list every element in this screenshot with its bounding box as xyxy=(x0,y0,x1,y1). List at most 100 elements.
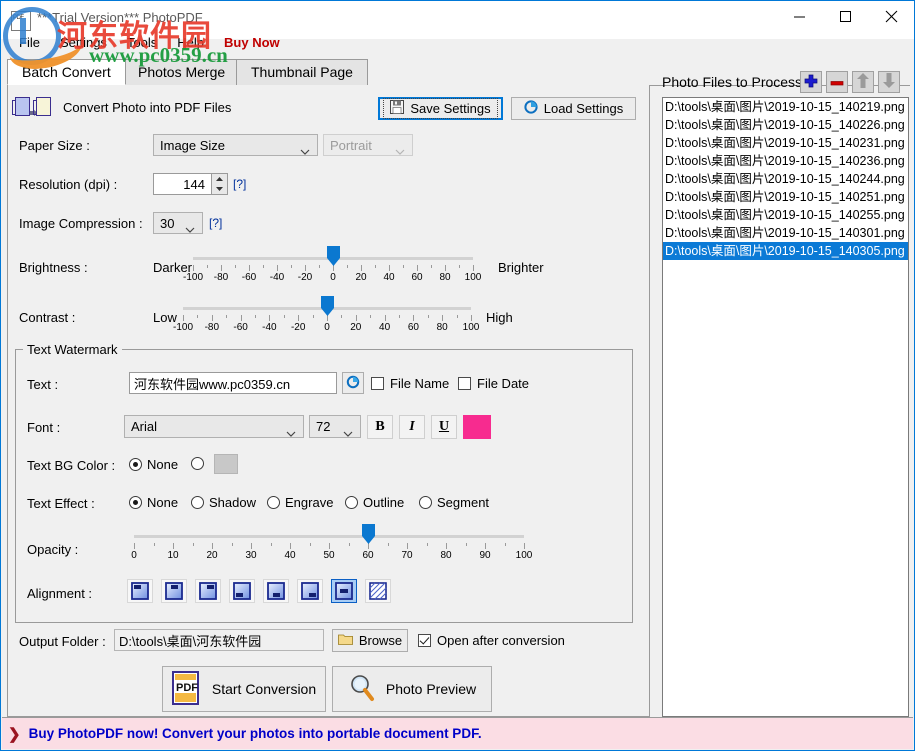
align-top-right-button[interactable] xyxy=(195,579,221,603)
font-color-swatch[interactable] xyxy=(463,415,491,439)
orientation-select[interactable]: Portrait xyxy=(323,134,413,156)
output-folder-label: Output Folder : xyxy=(19,634,106,649)
underline-button[interactable]: U xyxy=(431,415,457,439)
slider-tick-label: 20 xyxy=(350,322,361,333)
brightness-right-label: Brighter xyxy=(498,260,544,275)
paper-size-select[interactable]: Image Size xyxy=(153,134,318,156)
maximize-button[interactable] xyxy=(822,1,868,31)
menu-help[interactable]: Help xyxy=(167,33,214,52)
photo-preview-button[interactable]: Photo Preview xyxy=(332,666,492,712)
load-settings-label: Load Settings xyxy=(544,101,624,116)
file-list-item[interactable]: D:\tools\桌面\图片\2019-10-15_140244.png xyxy=(663,170,908,188)
align-middle-center-button[interactable] xyxy=(331,579,357,603)
file-list-item[interactable]: D:\tools\桌面\图片\2019-10-15_140301.png xyxy=(663,224,908,242)
output-folder-input[interactable]: D:\tools\桌面\河东软件园 xyxy=(114,629,324,651)
photopdf-window: ***Trial Version*** PhotoPDF File Settin… xyxy=(0,0,915,751)
slider-ticks xyxy=(134,543,524,549)
minimize-button[interactable] xyxy=(776,1,822,31)
file-date-checkbox[interactable]: File Date xyxy=(458,376,529,391)
watermark-text-input[interactable]: 河东软件园www.pc0359.cn xyxy=(129,372,337,394)
file-name-checkbox[interactable]: File Name xyxy=(371,376,449,391)
close-button[interactable] xyxy=(868,1,914,31)
file-list-item[interactable]: D:\tools\桌面\图片\2019-10-15_140219.png xyxy=(663,98,908,116)
chevron-right-icon: ❯ xyxy=(8,725,21,743)
move-down-button[interactable] xyxy=(878,71,900,93)
brightness-label: Brightness : xyxy=(19,260,88,275)
spin-down-icon[interactable] xyxy=(212,184,227,194)
font-family-select[interactable]: Arial xyxy=(124,415,304,438)
output-folder-value: D:\tools\桌面\河东软件园 xyxy=(119,631,261,650)
slider-tick-label: 100 xyxy=(516,550,533,561)
window-title: ***Trial Version*** PhotoPDF xyxy=(37,10,203,25)
menu-buy-now[interactable]: Buy Now xyxy=(214,33,290,52)
slider-tick-label: 80 xyxy=(439,272,450,283)
align-top-left-button[interactable] xyxy=(127,579,153,603)
resolution-help-link[interactable]: [?] xyxy=(233,177,246,191)
checkbox-box xyxy=(458,377,471,390)
italic-button[interactable]: I xyxy=(399,415,425,439)
resolution-stepper[interactable]: 144 xyxy=(153,173,228,195)
resolution-spin-buttons[interactable] xyxy=(211,174,227,194)
compression-select[interactable]: 30 xyxy=(153,212,203,234)
save-settings-button[interactable]: Save Settings xyxy=(378,97,503,120)
app-icon xyxy=(11,11,31,31)
text-bg-color-label: Text BG Color : xyxy=(27,458,115,473)
add-file-button[interactable] xyxy=(800,71,822,93)
bg-color-swatch[interactable] xyxy=(214,454,238,474)
slider-thumb[interactable] xyxy=(362,524,375,544)
file-list-item[interactable]: D:\tools\桌面\图片\2019-10-15_140305.png xyxy=(663,242,908,260)
resolution-value: 144 xyxy=(183,177,205,192)
files-panel-title: Photo Files to Process xyxy=(662,74,802,90)
align-bottom-center-button[interactable] xyxy=(263,579,289,603)
buy-banner[interactable]: ❯ Buy PhotoPDF now! Convert your photos … xyxy=(2,717,913,749)
watermark-text-label: Text : xyxy=(27,377,58,392)
tab-photos-merge[interactable]: Photos Merge xyxy=(123,59,240,85)
remove-file-button[interactable] xyxy=(826,71,848,93)
compression-help-link[interactable]: [?] xyxy=(209,216,222,230)
folder-icon xyxy=(338,633,353,648)
slider-tick-labels: -100-80-60-40-20020406080100 xyxy=(193,272,473,284)
menu-tools[interactable]: Tools xyxy=(117,33,167,52)
load-icon xyxy=(524,100,538,117)
align-bottom-right-button[interactable] xyxy=(297,579,323,603)
effect-none-radio[interactable]: None xyxy=(129,495,178,510)
align-tile-button[interactable] xyxy=(365,579,391,603)
menu-file[interactable]: File xyxy=(9,33,50,52)
slider-track xyxy=(134,535,524,538)
start-conversion-button[interactable]: PDF Start Conversion xyxy=(162,666,326,712)
file-listbox[interactable]: D:\tools\桌面\图片\2019-10-15_140219.pngD:\t… xyxy=(662,97,909,717)
tab-batch-convert[interactable]: Batch Convert xyxy=(7,59,126,85)
menu-settings[interactable]: Settings xyxy=(50,33,117,52)
minus-icon xyxy=(830,75,844,90)
file-list-item[interactable]: D:\tools\桌面\图片\2019-10-15_140255.png xyxy=(663,206,908,224)
move-up-button[interactable] xyxy=(852,71,874,93)
slider-tick-label: 80 xyxy=(440,550,451,561)
file-list-item[interactable]: D:\tools\桌面\图片\2019-10-15_140236.png xyxy=(663,152,908,170)
watermark-refresh-button[interactable] xyxy=(342,372,364,394)
effect-engrave-radio[interactable]: Engrave xyxy=(267,495,333,510)
spin-up-icon[interactable] xyxy=(212,174,227,184)
open-after-conversion-checkbox[interactable]: Open after conversion xyxy=(418,633,565,648)
bold-button[interactable]: B xyxy=(367,415,393,439)
align-bottom-left-button[interactable] xyxy=(229,579,255,603)
bg-color-radio[interactable] xyxy=(191,457,204,470)
slider-tick-label: 30 xyxy=(245,550,256,561)
file-list-item[interactable]: D:\tools\桌面\图片\2019-10-15_140251.png xyxy=(663,188,908,206)
browse-button[interactable]: Browse xyxy=(332,629,408,652)
start-conversion-label: Start Conversion xyxy=(212,681,316,697)
watermark-text-value: 河东软件园www.pc0359.cn xyxy=(134,374,290,393)
effect-shadow-radio[interactable]: Shadow xyxy=(191,495,256,510)
slider-thumb[interactable] xyxy=(327,246,340,266)
slider-tick-label: 60 xyxy=(362,550,373,561)
refresh-icon xyxy=(346,375,360,392)
load-settings-button[interactable]: Load Settings xyxy=(511,97,636,120)
file-list-item[interactable]: D:\tools\桌面\图片\2019-10-15_140231.png xyxy=(663,134,908,152)
tab-thumbnail-page[interactable]: Thumbnail Page xyxy=(236,59,368,85)
file-list-item[interactable]: D:\tools\桌面\图片\2019-10-15_140226.png xyxy=(663,116,908,134)
font-size-select[interactable]: 72 xyxy=(309,415,361,438)
align-top-center-button[interactable] xyxy=(161,579,187,603)
effect-outline-radio[interactable]: Outline xyxy=(345,495,404,510)
effect-segment-radio[interactable]: Segment xyxy=(419,495,489,510)
slider-thumb[interactable] xyxy=(321,296,334,316)
bg-none-radio[interactable]: None xyxy=(129,457,178,472)
